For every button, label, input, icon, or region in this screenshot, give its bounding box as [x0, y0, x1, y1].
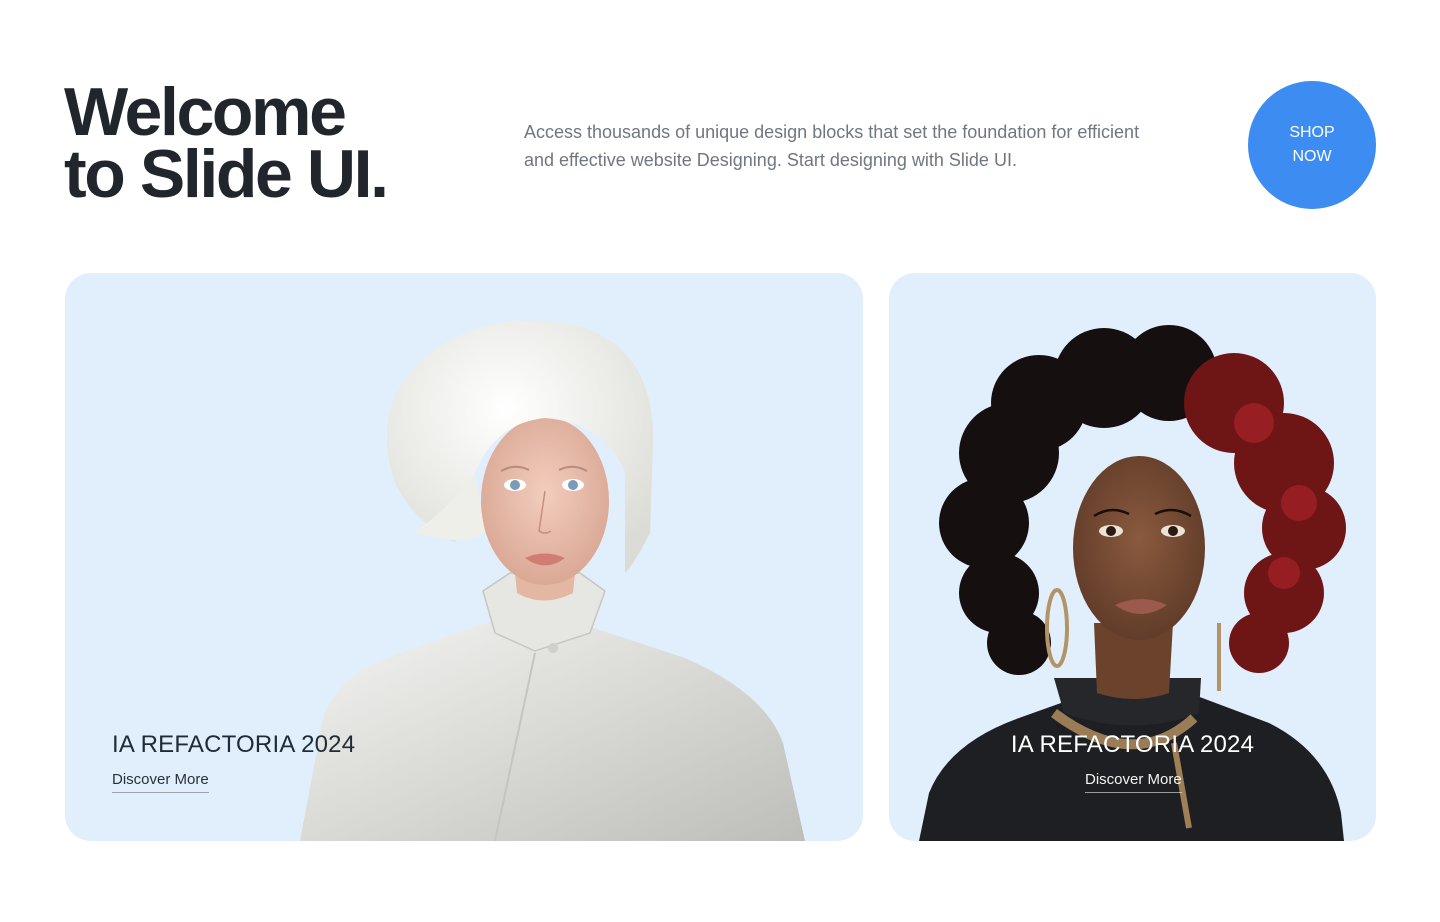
- hero-description: Access thousands of unique design blocks…: [524, 122, 1140, 170]
- shop-now-button[interactable]: SHOP NOW: [1248, 81, 1376, 209]
- discover-more-link[interactable]: Discover More: [112, 771, 209, 793]
- collection-card-2[interactable]: IA REFACTORIA 2024 Discover More: [889, 273, 1376, 841]
- card-title: IA REFACTORIA 2024: [1010, 731, 1255, 758]
- collection-card-1[interactable]: IA REFACTORIA 2024 Discover More: [65, 273, 863, 841]
- page-title: Welcome to Slide UI.: [64, 78, 389, 212]
- page-title-line-2: to Slide UI.: [64, 136, 389, 212]
- discover-more-link[interactable]: Discover More: [1085, 771, 1182, 793]
- landing-page: Welcome to Slide UI. Access thousands of…: [0, 0, 1440, 922]
- card-title: IA REFACTORIA 2024: [112, 731, 356, 758]
